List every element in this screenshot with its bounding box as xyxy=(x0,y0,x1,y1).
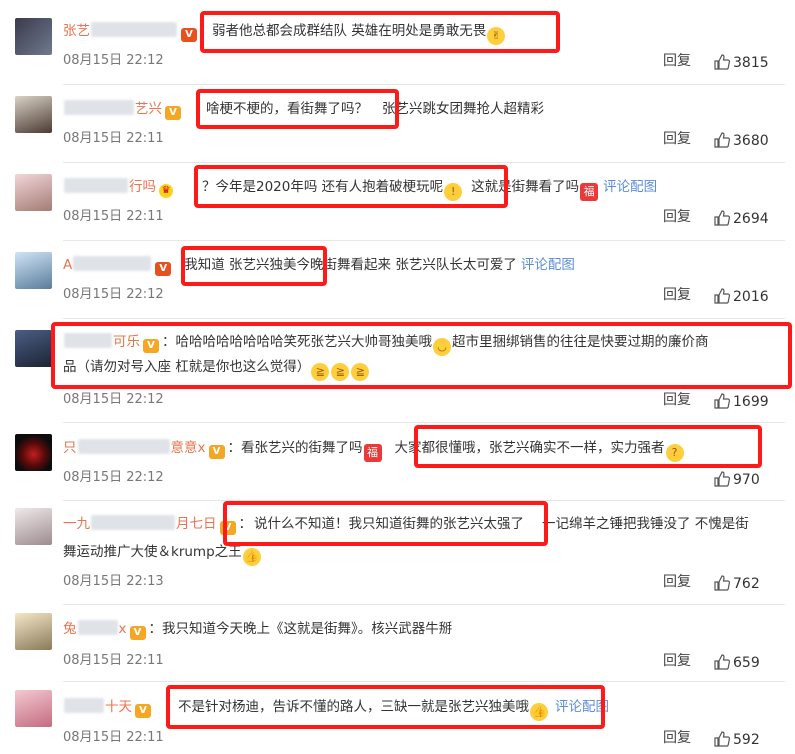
thumbs-up-icon xyxy=(714,575,730,591)
avatar[interactable] xyxy=(15,508,52,545)
thumbs-up-emoji-icon: 👍 xyxy=(242,548,261,566)
username[interactable]: 十天 xyxy=(63,698,132,715)
comment-time: 08月15日 22:11 xyxy=(63,131,164,146)
highlight-box xyxy=(223,501,548,546)
comment-time: 08月15日 22:12 xyxy=(63,470,164,485)
comment-time: 08月15日 22:13 xyxy=(63,574,164,589)
highlight-box xyxy=(200,11,560,53)
thumbs-up-icon xyxy=(714,654,730,670)
highlight-box xyxy=(194,165,508,208)
divider xyxy=(63,318,785,319)
username[interactable]: 一九 月七日 xyxy=(63,515,217,532)
like-count: 592 xyxy=(733,732,760,748)
highlight-box xyxy=(51,322,792,389)
username[interactable]: 艺兴 xyxy=(63,100,162,117)
thumbs-up-icon xyxy=(714,210,730,226)
thumbs-up-icon xyxy=(714,288,730,304)
comment-text: ：我只知道今天晚上《这就是街舞》。核兴武器牛掰 xyxy=(148,621,453,637)
like-button[interactable]: 2694 xyxy=(714,210,769,228)
thumbs-up-icon xyxy=(714,471,730,487)
reply-button[interactable]: 回复 xyxy=(663,286,691,304)
thumbs-up-icon xyxy=(714,731,730,747)
thumbs-up-icon xyxy=(714,132,730,148)
divider xyxy=(63,604,785,605)
like-button[interactable]: 659 xyxy=(714,654,760,672)
highlight-box xyxy=(166,685,605,729)
thumbs-up-icon xyxy=(714,393,730,409)
comment-time: 08月15日 22:11 xyxy=(63,653,164,668)
reply-button[interactable]: 回复 xyxy=(663,391,691,409)
highlight-box xyxy=(196,89,399,129)
thumbs-up-icon xyxy=(714,54,730,70)
divider xyxy=(63,162,785,163)
comment-time: 08月15日 22:11 xyxy=(63,730,164,745)
verified-v-icon: V xyxy=(165,106,181,120)
reply-button[interactable]: 回复 xyxy=(663,729,691,747)
comment-time: 08月15日 22:11 xyxy=(63,209,164,224)
username[interactable]: 行吗 xyxy=(63,178,156,195)
reply-button[interactable]: 回复 xyxy=(663,52,691,70)
verified-v-icon: V xyxy=(129,626,146,640)
comment-image-link[interactable]: 评论配图 xyxy=(603,179,657,195)
username[interactable]: A xyxy=(63,256,152,273)
avatar[interactable] xyxy=(15,690,52,727)
divider xyxy=(63,422,785,423)
comment-tail: 一记绵羊之锤把我锤没了 不愧是街 xyxy=(542,516,749,532)
like-button[interactable]: 1699 xyxy=(714,393,769,411)
comment-time: 08月15日 22:12 xyxy=(63,287,164,302)
reply-button[interactable]: 回复 xyxy=(663,130,691,148)
username[interactable]: 张艺 xyxy=(63,22,178,39)
like-button[interactable]: 2016 xyxy=(714,288,769,306)
like-count: 1699 xyxy=(733,394,769,410)
avatar[interactable] xyxy=(15,434,52,471)
avatar[interactable] xyxy=(15,613,52,650)
comment-time: 08月15日 22:12 xyxy=(63,392,164,407)
vip-badge-icon: V xyxy=(181,28,197,42)
comment-text-prefix: ：看张艺兴的街舞了吗 xyxy=(227,440,363,456)
vip-badge-icon: V xyxy=(155,262,172,276)
crown-badge-icon: ♛ xyxy=(159,184,173,198)
like-count: 970 xyxy=(733,472,760,488)
like-count: 3680 xyxy=(733,133,769,149)
like-button[interactable]: 762 xyxy=(714,575,760,593)
username[interactable]: 只意意x xyxy=(63,439,206,456)
verified-v-icon: V xyxy=(208,445,225,459)
red-envelope-emoji-icon: 福 xyxy=(363,444,382,462)
like-count: 762 xyxy=(733,576,760,592)
red-envelope-emoji-icon: 福 xyxy=(580,183,599,201)
like-count: 3815 xyxy=(733,55,769,71)
like-button[interactable]: 592 xyxy=(714,731,760,749)
avatar[interactable] xyxy=(15,18,52,55)
reply-button[interactable]: 回复 xyxy=(663,652,691,670)
comment-tail: 今晚街舞看起来 张艺兴队长太可爱了 xyxy=(296,257,517,273)
like-count: 2694 xyxy=(733,211,769,227)
comment-text-line2: 舞运动推广大使＆krump之王 xyxy=(63,544,242,560)
like-button[interactable]: 3815 xyxy=(714,54,769,72)
verified-v-icon: V xyxy=(135,704,151,718)
avatar[interactable] xyxy=(15,252,52,289)
avatar[interactable] xyxy=(15,174,52,211)
avatar[interactable] xyxy=(15,96,52,133)
highlight-box xyxy=(181,246,327,286)
divider xyxy=(63,681,785,682)
comment-time: 08月15日 22:12 xyxy=(63,53,164,68)
comment-tail: 张艺兴跳女团舞抢人超精彩 xyxy=(382,101,544,117)
highlight-box xyxy=(414,425,762,468)
divider xyxy=(63,240,785,241)
divider xyxy=(63,84,785,85)
reply-button[interactable]: 回复 xyxy=(663,208,691,226)
avatar[interactable] xyxy=(15,330,52,367)
like-button[interactable]: 970 xyxy=(714,471,760,489)
like-count: 2016 xyxy=(733,289,769,305)
username[interactable]: 兔x xyxy=(63,620,127,637)
like-button[interactable]: 3680 xyxy=(714,132,769,150)
like-count: 659 xyxy=(733,655,760,671)
reply-button[interactable]: 回复 xyxy=(663,573,691,591)
comment-image-link[interactable]: 评论配图 xyxy=(521,257,575,273)
